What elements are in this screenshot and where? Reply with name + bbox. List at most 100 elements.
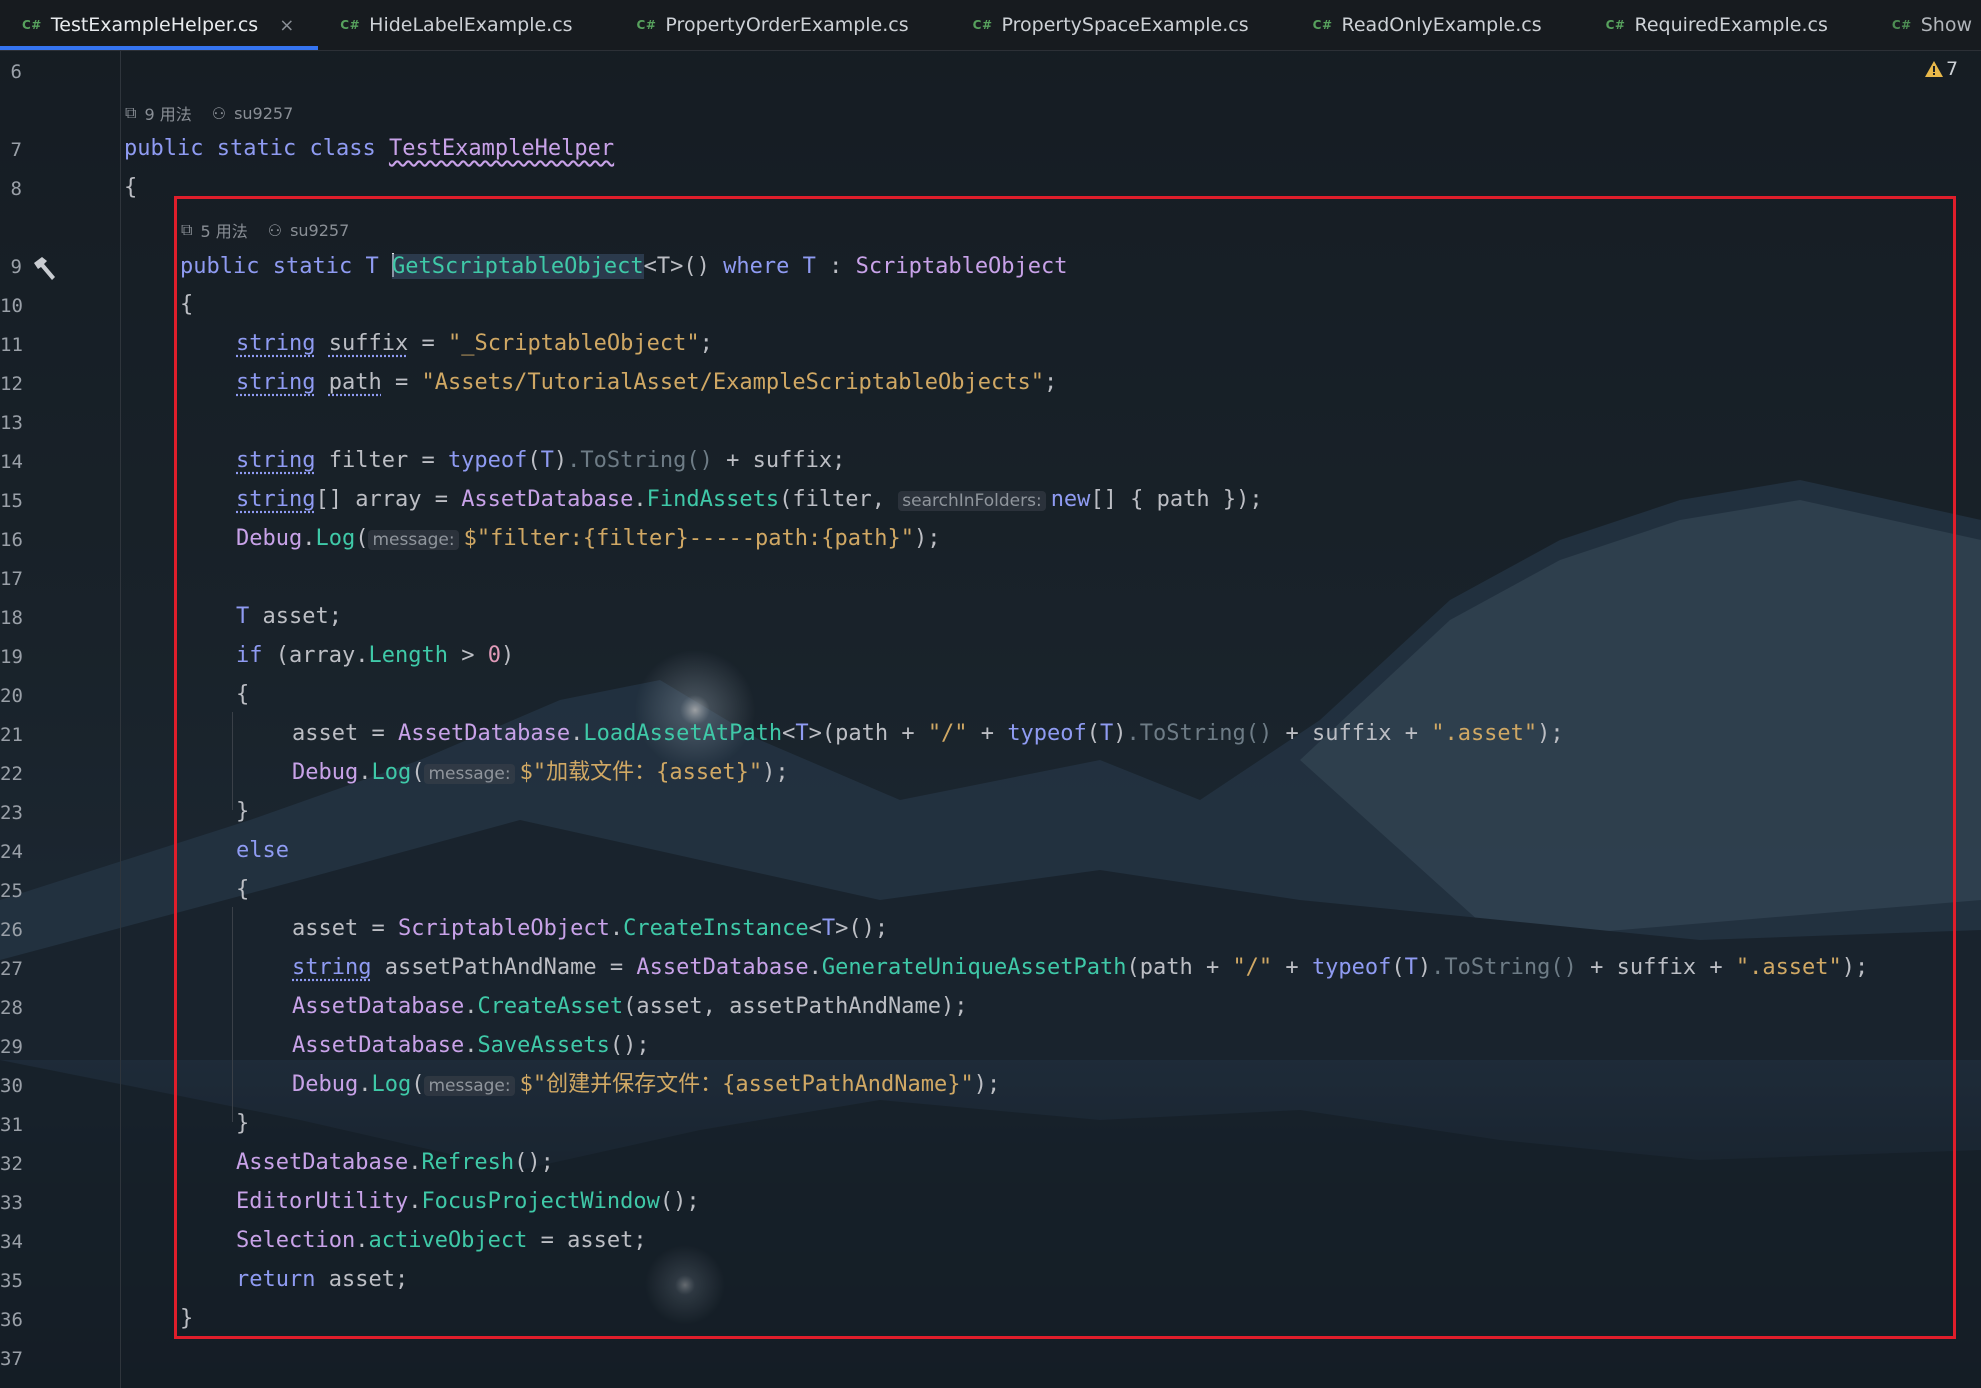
code-line-20[interactable]: {: [236, 682, 249, 708]
code-text: asset;: [315, 1267, 409, 1292]
brace: {: [236, 877, 250, 902]
paren: (: [411, 760, 425, 785]
tab-propertyspaceexample[interactable]: C# PropertySpaceExample.cs: [933, 0, 1273, 50]
code-line-34[interactable]: Selection.activeObject = asset;: [236, 1228, 647, 1254]
code-line-9[interactable]: public static T GetScriptableObject<T>()…: [180, 253, 1068, 280]
code-line-16[interactable]: Debug.Log(message: $"filter:{filter}-----…: [236, 526, 940, 553]
dot: .: [464, 994, 478, 1019]
dot: .: [408, 1189, 422, 1214]
close-icon[interactable]: ×: [279, 15, 294, 36]
editor-tab-bar: C# TestExampleHelper.cs × C# HideLabelEx…: [0, 0, 1981, 51]
tab-propertyorderexample[interactable]: C# PropertyOrderExample.cs: [597, 0, 933, 50]
code-line-12[interactable]: string path = "Assets/TutorialAsset/Exam…: [236, 370, 1057, 396]
code-text: assetPathAndName =: [371, 955, 637, 980]
code-line-11[interactable]: string suffix = "_ScriptableObject";: [236, 331, 713, 357]
string-literal: "/": [927, 721, 968, 746]
line-number: 28: [0, 997, 23, 1019]
code-text: );: [1841, 955, 1869, 980]
code-text: (array.: [262, 643, 369, 668]
paren: ): [1417, 955, 1432, 980]
dot: .: [302, 526, 316, 551]
code-line-33[interactable]: EditorUtility.FocusProjectWindow();: [236, 1189, 700, 1215]
tab-label: PropertySpaceExample.cs: [1001, 14, 1249, 36]
class-name: AssetDatabase: [636, 955, 809, 980]
code-line-27[interactable]: string assetPathAndName = AssetDatabase.…: [292, 955, 1868, 981]
code-line-23[interactable]: }: [236, 799, 249, 825]
author-name: su9257: [234, 103, 294, 123]
line-number: 8: [10, 178, 22, 200]
usages-icon: ⧉: [181, 220, 193, 239]
tab-readonlyexample[interactable]: C# ReadOnlyExample.cs: [1273, 0, 1566, 50]
line-number: 15: [0, 490, 23, 512]
code-text: (path +: [821, 721, 928, 746]
code-line-32[interactable]: AssetDatabase.Refresh();: [236, 1150, 554, 1176]
tab-requiredexample[interactable]: C# RequiredExample.cs: [1566, 0, 1852, 50]
dot: .: [464, 1033, 478, 1058]
code-line-7[interactable]: public static class TestExampleHelper: [124, 136, 614, 162]
code-line-22[interactable]: Debug.Log(message: $"加载文件：{asset}");: [292, 760, 789, 787]
class-codelens[interactable]: ⧉ 9 用法 ⚇ su9257: [125, 101, 293, 125]
hammer-icon[interactable]: [30, 255, 58, 289]
semicolon: ;: [699, 331, 713, 356]
parameter-hint: message:: [368, 530, 459, 550]
code-text: ();: [659, 1189, 700, 1214]
string-literal: ".asset": [1431, 721, 1538, 746]
code-line-36[interactable]: }: [180, 1306, 193, 1332]
class-name: ScriptableObject: [397, 916, 610, 941]
code-line-29[interactable]: AssetDatabase.SaveAssets();: [292, 1033, 650, 1059]
code-line-8[interactable]: {: [124, 175, 137, 201]
code-line-19[interactable]: if (array.Length > 0): [236, 643, 514, 669]
paren: (: [355, 526, 369, 551]
code-text: );: [913, 526, 941, 551]
code-line-14[interactable]: string filter = typeof(T).ToString() + s…: [236, 448, 845, 474]
code-line-21[interactable]: asset = AssetDatabase.LoadAssetAtPath<T>…: [292, 721, 1564, 747]
code-line-24[interactable]: else: [236, 838, 289, 864]
line-number: 30: [0, 1075, 23, 1097]
method-name: FindAssets: [646, 487, 780, 512]
tab-testexamplehelper[interactable]: C# TestExampleHelper.cs ×: [0, 0, 319, 50]
paren: (: [411, 1072, 425, 1097]
author-icon: ⚇: [267, 220, 283, 240]
code-line-30[interactable]: Debug.Log(message: $"创建并保存文件：{assetPathAn…: [292, 1072, 1000, 1099]
tab-label: TestExampleHelper.cs: [50, 14, 259, 36]
paren: (: [527, 448, 541, 473]
author-icon: ⚇: [211, 103, 227, 123]
keyword: new: [1050, 487, 1091, 512]
method-codelens[interactable]: ⧉ 5 用法 ⚇ su9257: [181, 218, 349, 242]
method-name: Refresh: [421, 1150, 515, 1175]
code-text: (path +: [1126, 955, 1233, 980]
line-number: 10: [0, 295, 23, 317]
dot: .: [358, 760, 372, 785]
redundant-call: .ToString(): [1126, 721, 1273, 746]
brace: {: [180, 292, 194, 317]
code-text: ();: [514, 1150, 554, 1175]
csharp-file-icon: C#: [1312, 18, 1333, 32]
keyword: string: [236, 448, 316, 473]
line-number: 21: [0, 724, 23, 746]
code-line-31[interactable]: }: [236, 1111, 249, 1137]
code-line-28[interactable]: AssetDatabase.CreateAsset(asset, assetPa…: [292, 994, 968, 1020]
line-number: 13: [0, 412, 23, 434]
keyword: string: [292, 955, 372, 980]
code-text: + suffix +: [1576, 955, 1736, 980]
code-line-15[interactable]: string[] array = AssetDatabase.FindAsset…: [236, 487, 1263, 514]
line-number: 34: [0, 1231, 23, 1253]
code-line-25[interactable]: {: [236, 877, 249, 903]
code-line-10[interactable]: {: [180, 292, 193, 318]
tab-label: PropertyOrderExample.cs: [665, 14, 909, 36]
paren: ): [553, 448, 568, 473]
code-text: <: [808, 916, 822, 941]
keyword: typeof: [1311, 955, 1392, 980]
tab-hidelabelexample[interactable]: C# HideLabelExample.cs: [318, 0, 596, 50]
tab-show-truncated[interactable]: C# Show: [1852, 0, 1981, 50]
parameter-hint: message:: [424, 1076, 515, 1096]
parameter-hint: message:: [424, 764, 515, 784]
dot: .: [633, 487, 647, 512]
dot: .: [609, 916, 624, 941]
code-line-18[interactable]: T asset;: [236, 604, 342, 630]
line-number: 16: [0, 529, 23, 551]
class-name: AssetDatabase: [397, 721, 571, 746]
warnings-indicator[interactable]: 7: [1924, 58, 1958, 80]
code-line-26[interactable]: asset = ScriptableObject.CreateInstance<…: [292, 916, 888, 942]
code-line-35[interactable]: return asset;: [236, 1267, 408, 1293]
